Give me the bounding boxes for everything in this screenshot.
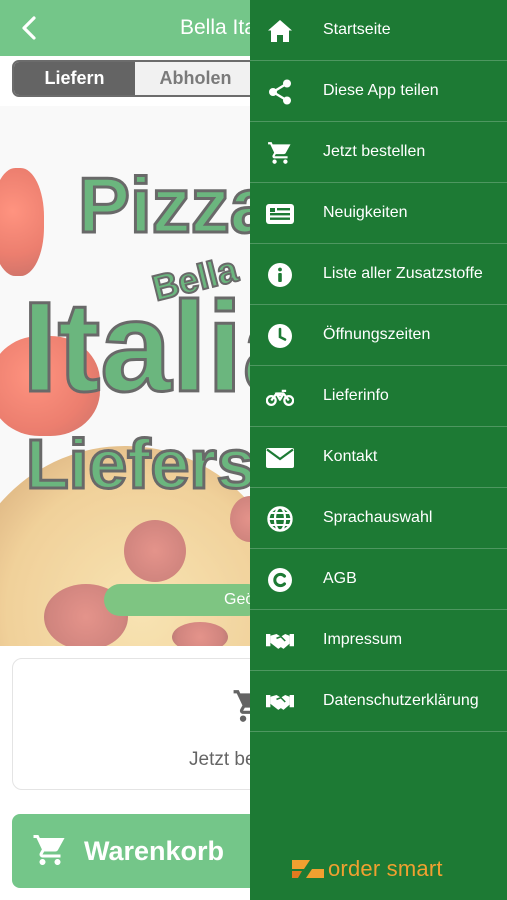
handshake-icon: [266, 688, 294, 716]
menu-item-news[interactable]: Neuigkeiten: [250, 183, 507, 244]
order-smart-mark-icon: [292, 860, 324, 878]
menu-item-label: Kontakt: [323, 448, 378, 465]
menu-item-label: Diese App teilen: [323, 82, 439, 99]
menu-item-privacy[interactable]: Datenschutzerklärung: [250, 671, 507, 732]
cart-icon: [266, 139, 294, 167]
menu-item-label: Lieferinfo: [323, 387, 389, 404]
navigation-drawer: Startseite Diese App teilen Jetzt bestel…: [250, 0, 507, 900]
news-icon: [266, 200, 294, 228]
drawer-menu: Startseite Diese App teilen Jetzt bestel…: [250, 0, 507, 732]
menu-item-label: Neuigkeiten: [323, 204, 408, 221]
menu-item-label: Datenschutzerklärung: [323, 692, 479, 709]
menu-item-label: Startseite: [323, 21, 391, 38]
mail-icon: [266, 444, 294, 472]
menu-item-share[interactable]: Diese App teilen: [250, 61, 507, 122]
share-icon: [266, 78, 294, 106]
drawer-scrim[interactable]: [0, 0, 250, 900]
menu-item-contact[interactable]: Kontakt: [250, 427, 507, 488]
menu-item-order-now[interactable]: Jetzt bestellen: [250, 122, 507, 183]
order-smart-logo: order smart: [292, 856, 443, 882]
menu-item-imprint[interactable]: Impressum: [250, 610, 507, 671]
menu-item-label: Sprachauswahl: [323, 509, 433, 526]
info-icon: [266, 261, 294, 289]
menu-item-label: Liste aller Zusatzstoffe: [323, 265, 483, 282]
menu-item-delivery-info[interactable]: Lieferinfo: [250, 366, 507, 427]
clock-icon: [266, 322, 294, 350]
home-icon: [266, 17, 294, 45]
menu-item-label: Impressum: [323, 631, 403, 648]
menu-item-language[interactable]: Sprachauswahl: [250, 488, 507, 549]
order-smart-wordmark: order smart: [328, 856, 443, 881]
copyright-icon: [266, 566, 294, 594]
menu-item-label: Jetzt bestellen: [323, 143, 426, 160]
menu-item-additives[interactable]: Liste aller Zusatzstoffe: [250, 244, 507, 305]
menu-item-label: Öffnungszeiten: [323, 326, 431, 343]
menu-item-opening-hours[interactable]: Öffnungszeiten: [250, 305, 507, 366]
handshake-icon: [266, 627, 294, 655]
globe-icon: [266, 505, 294, 533]
motorbike-icon: [266, 383, 294, 411]
menu-item-terms[interactable]: AGB: [250, 549, 507, 610]
menu-item-label: AGB: [323, 570, 357, 587]
menu-item-home[interactable]: Startseite: [250, 0, 507, 61]
